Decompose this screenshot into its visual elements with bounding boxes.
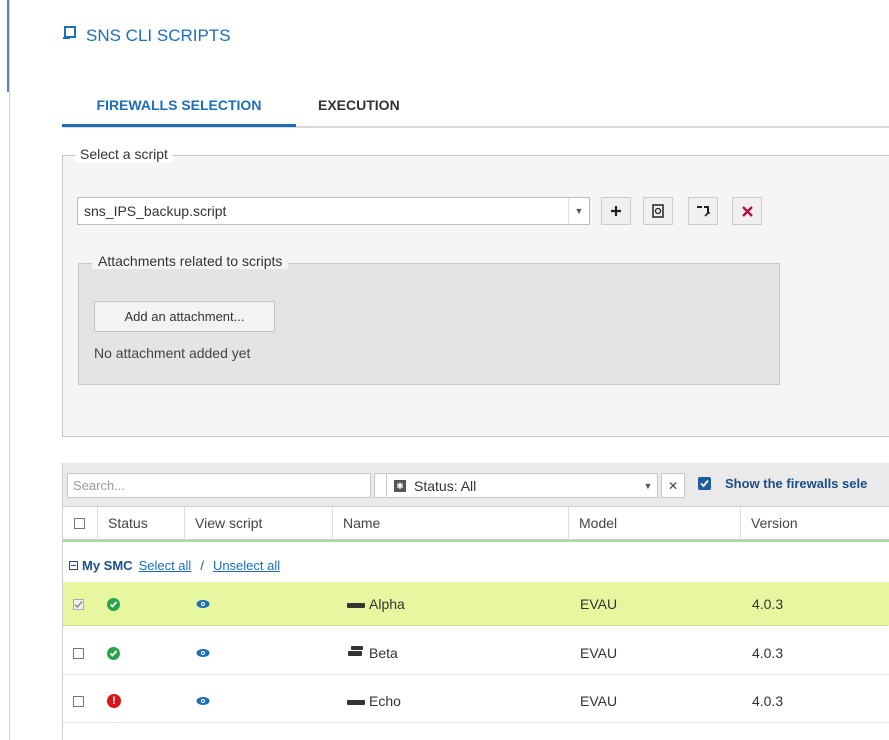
eye-icon[interactable] <box>196 693 210 709</box>
import-script-button[interactable] <box>688 197 718 225</box>
column-header-view-script[interactable]: View script <box>185 507 333 540</box>
collapse-icon[interactable] <box>69 561 78 570</box>
link-separator: / <box>200 558 204 573</box>
row-select-cell[interactable] <box>73 582 84 626</box>
unselect-all-link[interactable]: Unselect all <box>213 558 280 573</box>
group-header: My SMC Select all / Unselect all <box>69 558 280 573</box>
status-cell: ! <box>107 679 121 723</box>
firewall-single-icon <box>346 596 366 612</box>
tab-bar: FIREWALLS SELECTION EXECUTION <box>62 96 889 128</box>
firewall-name: Beta <box>369 645 398 661</box>
select-all-link[interactable]: Select all <box>139 558 192 573</box>
row-select-cell[interactable] <box>73 679 84 723</box>
version-cell: 4.0.3 <box>752 693 784 709</box>
version-cell: 4.0.3 <box>752 596 784 612</box>
table-row[interactable]: Beta EVAU 4.0.3 <box>63 631 889 675</box>
delete-script-button[interactable] <box>732 197 762 225</box>
group-name: My SMC <box>82 558 133 573</box>
status-filter-select[interactable]: ✱ Status: All ▼ <box>386 473 658 498</box>
column-header-model[interactable]: Model <box>569 507 741 540</box>
script-icon <box>62 25 86 46</box>
preview-icon <box>651 204 665 218</box>
close-icon <box>741 205 753 217</box>
eye-icon[interactable] <box>196 596 210 612</box>
view-script-cell[interactable] <box>196 679 210 723</box>
import-icon <box>696 204 710 218</box>
status-cell <box>107 582 120 626</box>
row-checkbox[interactable] <box>73 695 84 707</box>
firewalls-grid: Search... ✕ ✱ Status: All ▼ ✕ Show the f… <box>62 463 889 740</box>
show-firewalls-toggle[interactable]: Show the firewalls sele <box>698 476 867 491</box>
status-filter-value: Status: All <box>414 477 477 494</box>
select-script-legend: Select a script <box>75 146 173 162</box>
checkbox-checked-icon[interactable] <box>698 477 711 490</box>
row-select-cell[interactable] <box>73 631 84 675</box>
select-all-cell[interactable] <box>63 507 98 540</box>
view-script-cell[interactable] <box>196 631 210 675</box>
group-row-my-smc: My SMC Select all / Unselect all <box>63 540 889 581</box>
grid-filter-bar: Search... ✕ ✱ Status: All ▼ ✕ Show the f… <box>63 463 889 506</box>
page-title-text: SNS CLI SCRIPTS <box>86 25 231 45</box>
search-input[interactable]: Search... <box>67 473 371 498</box>
status-ok-icon <box>107 597 120 611</box>
tab-firewalls-selection[interactable]: FIREWALLS SELECTION <box>62 96 296 127</box>
name-cell: Echo <box>346 679 401 723</box>
script-select-value: sns_IPS_backup.script <box>84 203 227 219</box>
view-script-cell[interactable] <box>196 582 210 626</box>
add-attachment-button[interactable]: Add an attachment... <box>94 301 275 332</box>
show-firewalls-label: Show the firewalls sele <box>725 476 868 491</box>
column-header-version[interactable]: Version <box>741 507 889 540</box>
version-cell: 4.0.3 <box>752 645 784 661</box>
eye-icon[interactable] <box>196 645 210 661</box>
chevron-down-icon[interactable]: ▼ <box>639 481 657 491</box>
plus-icon <box>610 205 622 217</box>
model-cell: EVAU <box>580 596 618 612</box>
status-ok-icon <box>107 646 120 660</box>
page-title: SNS CLI SCRIPTS <box>62 25 231 46</box>
firewall-single-icon <box>346 693 366 709</box>
close-icon: ✕ <box>667 478 679 493</box>
name-cell: Alpha <box>346 582 405 626</box>
select-all-checkbox[interactable] <box>74 518 85 529</box>
column-header-status[interactable]: Status <box>98 507 185 540</box>
add-script-button[interactable] <box>601 197 631 225</box>
tab-execution[interactable]: EXECUTION <box>318 96 400 124</box>
no-attachment-text: No attachment added yet <box>94 345 251 361</box>
column-header-name[interactable]: Name <box>333 507 569 540</box>
table-row[interactable]: ! Echo EVAU 4.0.3 <box>63 679 889 723</box>
model-cell: EVAU <box>580 645 618 661</box>
left-panel-border <box>9 0 10 740</box>
chevron-down-icon[interactable]: ▼ <box>568 198 589 224</box>
checkbox-checked-icon[interactable] <box>73 598 84 610</box>
status-cell <box>107 631 120 675</box>
status-filter-icon: ✱ <box>394 479 406 492</box>
firewall-name: Echo <box>369 693 401 709</box>
view-script-button[interactable] <box>643 197 673 225</box>
name-cell: Beta <box>346 631 398 675</box>
script-select[interactable]: sns_IPS_backup.script ▼ <box>77 197 590 225</box>
status-clear-button[interactable]: ✕ <box>661 473 685 498</box>
firewall-name: Alpha <box>369 596 405 612</box>
attachments-legend: Attachments related to scripts <box>92 253 289 269</box>
status-error-icon: ! <box>107 694 121 708</box>
row-checkbox[interactable] <box>73 647 84 659</box>
table-row[interactable]: Alpha EVAU 4.0.3 <box>63 582 889 626</box>
firewall-cluster-icon <box>346 645 366 662</box>
model-cell: EVAU <box>580 693 618 709</box>
table-header: Status View script Name Model Version <box>63 506 889 540</box>
